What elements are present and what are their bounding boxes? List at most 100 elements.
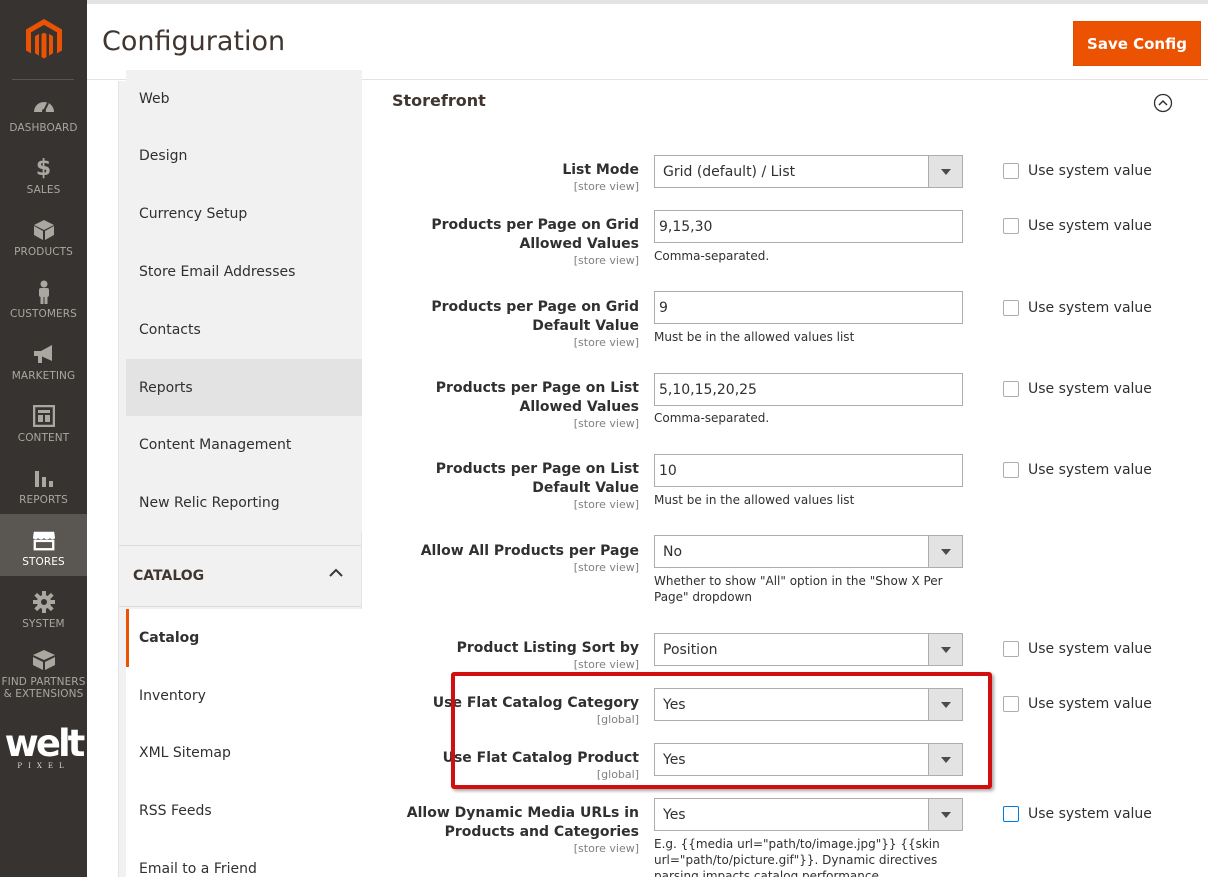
extensions-icon — [32, 648, 56, 672]
tab-store-email-addresses[interactable]: Store Email Addresses — [126, 243, 362, 301]
use-system-value[interactable]: Use system value — [1003, 462, 1152, 478]
layout-icon — [32, 404, 56, 428]
field-label-text: Products per Page on Grid Allowed Values — [431, 217, 639, 252]
tab-new-relic-reporting[interactable]: New Relic Reporting — [126, 474, 362, 532]
catalog-group-title: CATALOG — [133, 568, 205, 584]
gear-icon — [32, 590, 56, 614]
allow-all-products-select[interactable]: No — [654, 535, 963, 568]
nav-label: MARKETING — [11, 370, 76, 382]
field-scope: [store view] — [573, 842, 639, 855]
use-system-value[interactable]: Use system value — [1003, 641, 1152, 657]
field-scope: [store view] — [573, 336, 639, 349]
nav-label: CONTENT — [17, 432, 70, 444]
list-mode-select[interactable]: Grid (default) / List — [654, 155, 963, 188]
use-system-value[interactable]: Use system value — [1003, 163, 1152, 179]
nav-label: PRODUCTS — [14, 246, 73, 258]
box-icon — [32, 218, 56, 242]
dropdown-arrow-icon — [928, 156, 962, 187]
person-icon — [32, 280, 56, 304]
nav-item-reports[interactable]: REPORTS — [0, 452, 87, 514]
tab-content-management[interactable]: Content Management — [126, 416, 362, 474]
use-system-value[interactable]: Use system value — [1003, 696, 1152, 712]
use-system-value-checkbox[interactable] — [1003, 300, 1019, 316]
nav-label: STORES — [22, 556, 65, 568]
bar-chart-icon — [32, 466, 56, 490]
tab-currency-setup[interactable]: Currency Setup — [126, 185, 362, 243]
nav-item-partners[interactable]: FIND PARTNERS & EXTENSIONS — [0, 638, 87, 704]
use-system-value-checkbox[interactable] — [1003, 381, 1019, 397]
dropdown-arrow-icon — [928, 536, 962, 567]
config-tabs: Web Design Currency Setup Store Email Ad… — [118, 70, 362, 877]
section-title[interactable]: Storefront — [392, 91, 486, 110]
grid-allowed-values-input[interactable]: 9,15,30 — [654, 210, 963, 243]
nav-label: SYSTEM — [22, 618, 65, 630]
dropdown-arrow-icon — [928, 799, 962, 830]
use-system-value[interactable]: Use system value — [1003, 300, 1152, 316]
nav-item-sales[interactable]: $ SALES — [0, 142, 87, 204]
tab-web[interactable]: Web — [126, 70, 362, 128]
page-title: Configuration — [102, 26, 286, 57]
welt-pixel-logo: welt PIXEL — [0, 722, 87, 771]
field-note: Whether to show "All" option in the "Sho… — [654, 574, 943, 604]
field-label: Product Listing Sort by [store view] — [379, 639, 639, 671]
tab-inventory[interactable]: Inventory — [126, 667, 362, 725]
collapse-circle-icon[interactable] — [1153, 93, 1173, 113]
magento-logo-icon — [25, 19, 62, 59]
use-system-value-label: Use system value — [1028, 218, 1152, 234]
field-scope: [store view] — [573, 180, 639, 193]
use-system-value-checkbox[interactable] — [1003, 641, 1019, 657]
product-listing-sort-select[interactable]: Position — [654, 633, 963, 666]
select-value: Grid (default) / List — [663, 163, 796, 180]
use-system-value-label: Use system value — [1028, 381, 1152, 397]
tab-email-to-a-friend[interactable]: Email to a Friend — [126, 840, 362, 877]
magento-logo[interactable] — [0, 0, 87, 80]
field-label-text: Product Listing Sort by — [456, 640, 639, 656]
catalog-group-header[interactable]: CATALOG — [119, 545, 361, 607]
use-system-value[interactable]: Use system value — [1003, 381, 1152, 397]
tab-catalog[interactable]: Catalog — [126, 609, 362, 667]
use-system-value-checkbox[interactable] — [1003, 163, 1019, 179]
nav-label: SALES — [26, 184, 61, 196]
save-config-button[interactable]: Save Config — [1073, 21, 1201, 66]
store-icon — [32, 528, 56, 552]
nav-item-stores[interactable]: STORES — [0, 514, 87, 576]
tab-reports[interactable]: Reports — [126, 359, 362, 417]
field-label: Allow All Products per Page [store view] — [379, 542, 639, 574]
nav-item-products[interactable]: PRODUCTS — [0, 204, 87, 266]
tab-design[interactable]: Design — [126, 127, 362, 185]
dashboard-icon — [32, 94, 56, 118]
nav-item-system[interactable]: SYSTEM — [0, 576, 87, 638]
use-system-value[interactable]: Use system value — [1003, 218, 1152, 234]
use-system-value[interactable]: Use system value — [1003, 806, 1152, 822]
nav-item-customers[interactable]: CUSTOMERS — [0, 266, 87, 328]
dollar-icon: $ — [35, 155, 52, 181]
field-label-text: Products per Page on List Default Value — [435, 461, 639, 496]
nav-item-content[interactable]: CONTENT — [0, 390, 87, 452]
field-scope: [store view] — [573, 658, 639, 671]
field-note: E.g. {{media url="path/to/image.jpg"}} {… — [654, 837, 940, 877]
allow-dynamic-media-urls-select[interactable]: Yes — [654, 798, 963, 831]
field-label: Products per Page on List Default Value … — [379, 460, 639, 511]
use-system-value-checkbox[interactable] — [1003, 696, 1019, 712]
field-label-text: Products per Page on Grid Default Value — [431, 299, 639, 334]
use-system-value-checkbox[interactable] — [1003, 462, 1019, 478]
chevron-up-icon — [329, 568, 343, 577]
brand-main: welt — [4, 722, 86, 765]
tab-contacts[interactable]: Contacts — [126, 301, 362, 359]
nav-item-marketing[interactable]: MARKETING — [0, 328, 87, 390]
field-label: Products per Page on Grid Default Value … — [379, 298, 639, 349]
use-system-value-label: Use system value — [1028, 462, 1152, 478]
nav-item-dashboard[interactable]: DASHBOARD — [0, 80, 87, 142]
grid-default-value-input[interactable]: 9 — [654, 291, 963, 324]
nav-label: REPORTS — [19, 494, 68, 506]
field-label: List Mode [store view] — [379, 161, 639, 193]
list-allowed-values-input[interactable]: 5,10,15,20,25 — [654, 373, 963, 406]
list-default-value-input[interactable]: 10 — [654, 454, 963, 487]
field-scope: [store view] — [573, 561, 639, 574]
tab-rss-feeds[interactable]: RSS Feeds — [126, 782, 362, 840]
use-system-value-label: Use system value — [1028, 696, 1152, 712]
select-value: Yes — [663, 806, 686, 823]
use-system-value-checkbox[interactable] — [1003, 806, 1019, 822]
use-system-value-checkbox[interactable] — [1003, 218, 1019, 234]
tab-xml-sitemap[interactable]: XML Sitemap — [126, 724, 362, 782]
